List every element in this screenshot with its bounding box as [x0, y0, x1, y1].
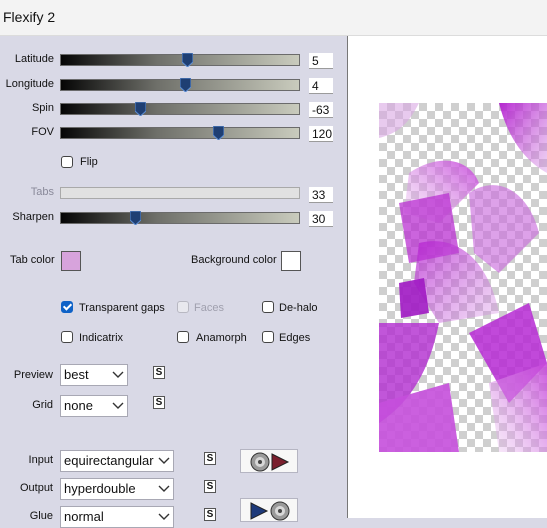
- longitude-label: Longitude: [5, 78, 54, 90]
- chevron-down-icon: [158, 457, 170, 464]
- glue-label: Glue: [29, 510, 53, 522]
- background-color-swatch[interactable]: [281, 251, 301, 271]
- faces-label: Faces: [194, 302, 224, 314]
- longitude-slider-thumb[interactable]: [179, 78, 191, 92]
- preview-label: Preview: [13, 369, 53, 381]
- output-select-value: hyperdouble: [64, 481, 136, 496]
- output-label: Output: [19, 482, 53, 494]
- input-label: Input: [28, 454, 53, 466]
- sharpen-label: Sharpen: [12, 211, 54, 223]
- indicatrix-label: Indicatrix: [79, 332, 124, 344]
- output-s-button[interactable]: S: [204, 480, 216, 493]
- latitude-slider[interactable]: [60, 53, 300, 67]
- glue-select-value: normal: [64, 509, 104, 524]
- preview-select[interactable]: best: [60, 364, 128, 386]
- chevron-down-icon: [158, 485, 170, 492]
- title-bar: Flexify 2: [0, 0, 547, 36]
- preview-s-button[interactable]: S: [153, 366, 165, 379]
- edges-checkbox[interactable]: [262, 331, 274, 343]
- tab-color-label: Tab color: [10, 254, 55, 266]
- longitude-value-field[interactable]: 4: [309, 78, 333, 94]
- tabs-label: Tabs: [30, 186, 54, 198]
- preview-image: [379, 103, 547, 452]
- de-halo-checkbox[interactable]: [262, 301, 274, 313]
- spin-slider[interactable]: [60, 102, 300, 116]
- grid-s-button[interactable]: S: [153, 396, 165, 409]
- latitude-label: Latitude: [14, 53, 54, 65]
- flexified-preview-art: [379, 103, 547, 452]
- grid-label: Grid: [32, 399, 53, 411]
- output-select[interactable]: hyperdouble: [60, 478, 174, 500]
- spin-label: Spin: [31, 102, 54, 114]
- output-preview-button[interactable]: [240, 498, 298, 522]
- transparent-gaps-label: Transparent gaps: [79, 302, 165, 314]
- flip-checkbox[interactable]: [61, 156, 73, 168]
- anamorph-checkbox[interactable]: [177, 331, 189, 343]
- grid-select[interactable]: none: [60, 395, 128, 417]
- background-color-label: Background color: [191, 254, 277, 266]
- tabs-slider: [60, 187, 300, 199]
- chevron-down-icon: [112, 402, 124, 409]
- longitude-slider[interactable]: [60, 78, 300, 92]
- faces-checkbox: [177, 301, 189, 313]
- preview-select-value: best: [64, 367, 89, 382]
- input-s-button[interactable]: S: [204, 452, 216, 465]
- edges-label: Edges: [279, 332, 311, 344]
- latitude-slider-thumb[interactable]: [182, 53, 194, 67]
- tab-color-swatch[interactable]: [61, 251, 81, 271]
- sharpen-slider-thumb[interactable]: [129, 211, 141, 225]
- glue-s-button[interactable]: S: [204, 508, 216, 521]
- fov-value-field[interactable]: 120: [309, 126, 333, 142]
- fov-label: FOV: [31, 126, 54, 138]
- sharpen-value-field[interactable]: 30: [309, 211, 333, 227]
- fov-slider-thumb[interactable]: [213, 126, 225, 140]
- settings-panel: Latitude 5 Longitude 4 Spin -63 FOV 120 …: [0, 36, 346, 528]
- transparent-gaps-checkbox[interactable]: [61, 301, 73, 313]
- anamorph-label: Anamorph: [196, 332, 247, 344]
- chevron-down-icon: [112, 371, 124, 378]
- spin-slider-thumb[interactable]: [134, 102, 146, 116]
- chevron-down-icon: [158, 513, 170, 520]
- input-select[interactable]: equirectangular: [60, 450, 174, 472]
- glue-select[interactable]: normal: [60, 506, 174, 528]
- disc-play-icon: [250, 452, 290, 472]
- latitude-value-field[interactable]: 5: [309, 53, 333, 69]
- de-halo-label: De-halo: [279, 302, 318, 314]
- input-select-value: equirectangular: [64, 453, 154, 468]
- indicatrix-checkbox[interactable]: [61, 331, 73, 343]
- fov-slider[interactable]: [60, 126, 300, 140]
- tabs-value-field[interactable]: 33: [309, 187, 333, 203]
- spin-value-field[interactable]: -63: [309, 102, 333, 118]
- grid-select-value: none: [64, 398, 93, 413]
- sharpen-slider[interactable]: [60, 211, 300, 225]
- play-disc-icon: [250, 501, 290, 521]
- window-title: Flexify 2: [3, 9, 56, 25]
- flip-label: Flip: [80, 156, 98, 168]
- input-preview-button[interactable]: [240, 449, 298, 473]
